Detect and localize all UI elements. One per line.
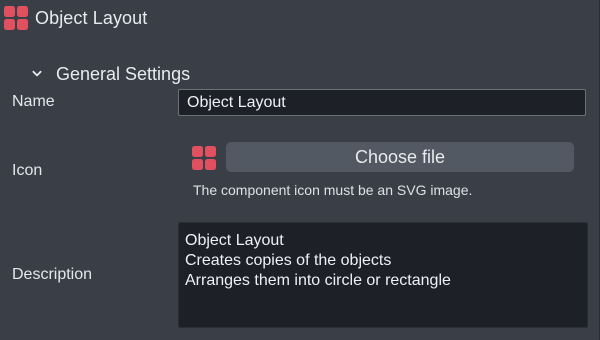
description-line: Creates copies of the objects (185, 252, 392, 269)
component-grid-icon (4, 6, 28, 30)
description-label: Description (12, 266, 93, 283)
title-bar: Object Layout (4, 6, 147, 30)
description-textarea[interactable]: Object Layout Creates copies of the obje… (178, 222, 588, 328)
icon-label: Icon (12, 162, 43, 179)
choose-file-button[interactable]: Choose file (226, 142, 574, 172)
chevron-down-icon[interactable] (32, 69, 42, 79)
icon-hint: The component icon must be an SVG image. (193, 182, 473, 198)
section-title: General Settings (56, 63, 191, 84)
name-input[interactable] (178, 89, 586, 116)
window-title: Object Layout (35, 7, 148, 28)
general-settings-header[interactable]: General Settings (32, 62, 190, 86)
component-grid-icon (192, 146, 216, 170)
description-line: Object Layout (185, 232, 284, 249)
name-label: Name (12, 93, 55, 110)
description-line: Arranges them into circle or rectangle (185, 272, 451, 289)
